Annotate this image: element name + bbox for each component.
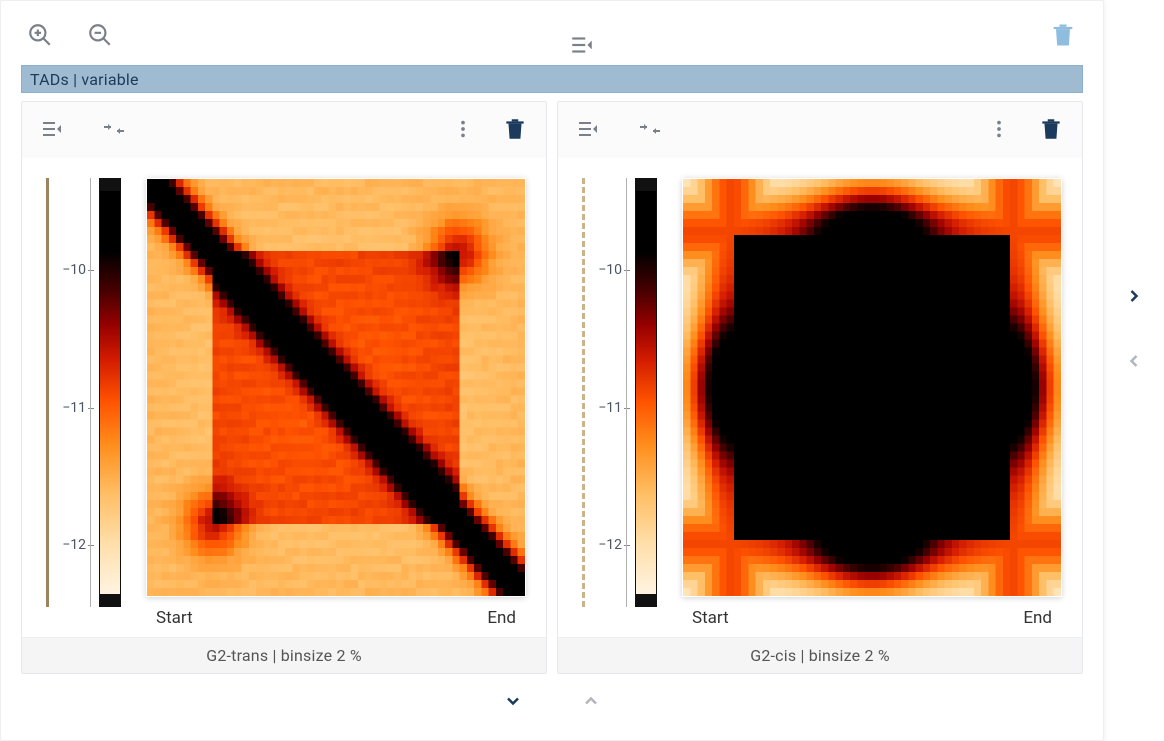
panel-right-delete-button[interactable] bbox=[1036, 114, 1066, 147]
zoom-in-button[interactable] bbox=[25, 20, 55, 53]
y-tick-label: −11 bbox=[62, 400, 86, 416]
panel-left-heatmap[interactable] bbox=[146, 178, 526, 597]
collapse-list-icon bbox=[576, 117, 600, 144]
collapse-list-button[interactable] bbox=[567, 30, 597, 63]
panel-right-chart: −10 −11 −12 bbox=[558, 158, 1082, 637]
collection-title: TADs | variable bbox=[30, 70, 139, 89]
collapse-list-icon bbox=[569, 32, 595, 61]
zoom-out-button[interactable] bbox=[85, 20, 115, 53]
x-label-start: Start bbox=[156, 608, 193, 628]
more-vertical-icon bbox=[452, 118, 474, 143]
y-tick-label: −11 bbox=[598, 400, 622, 416]
panel-left-delete-button[interactable] bbox=[500, 114, 530, 147]
y-tick-label: −12 bbox=[62, 537, 86, 553]
main-container: TADs | variable bbox=[0, 0, 1104, 741]
chevron-right-icon bbox=[1124, 294, 1144, 309]
panel-right-x-axis: Start End bbox=[682, 597, 1062, 637]
chevron-up-icon bbox=[581, 699, 601, 714]
panel-left-colorbar bbox=[92, 178, 128, 637]
scroll-down-button[interactable] bbox=[499, 687, 527, 718]
y-tick-label: −10 bbox=[62, 262, 86, 278]
panels-row: −10 −11 −12 bbox=[21, 101, 1083, 674]
collapse-list-icon bbox=[40, 117, 64, 144]
scroll-up-button[interactable] bbox=[577, 687, 605, 718]
y-tick-label: −12 bbox=[598, 537, 622, 553]
bottom-nav bbox=[21, 684, 1083, 720]
more-vertical-icon bbox=[988, 118, 1010, 143]
trash-icon bbox=[502, 116, 528, 145]
panel-left-y-axis: −10 −11 −12 bbox=[52, 178, 92, 637]
zoom-out-icon bbox=[87, 22, 113, 51]
panel-left-x-axis: Start End bbox=[146, 597, 526, 637]
x-label-end: End bbox=[487, 608, 516, 628]
delete-collection-button[interactable] bbox=[1047, 19, 1079, 54]
merge-arrows-icon bbox=[102, 117, 126, 144]
panel-right-toolbar bbox=[558, 102, 1082, 158]
x-label-start: Start bbox=[692, 608, 729, 628]
panel-right-more-button[interactable] bbox=[986, 116, 1012, 145]
trash-icon bbox=[1038, 116, 1064, 145]
zoom-in-icon bbox=[27, 22, 53, 51]
panel-right-colorbar bbox=[628, 178, 664, 637]
panel-left-collapse-list-button[interactable] bbox=[38, 115, 66, 146]
panel-right-heatmap[interactable] bbox=[682, 178, 1062, 597]
panel-left: −10 −11 −12 bbox=[21, 101, 547, 674]
side-prev-button[interactable] bbox=[1118, 345, 1150, 380]
panel-left-merge-arrows-button[interactable] bbox=[100, 115, 128, 146]
top-toolbar bbox=[21, 21, 1083, 65]
panel-left-footer: G2-trans | binsize 2 % bbox=[22, 637, 546, 673]
panel-left-chart: −10 −11 −12 bbox=[22, 158, 546, 637]
panel-right-merge-arrows-button[interactable] bbox=[636, 115, 664, 146]
chevron-down-icon bbox=[503, 699, 523, 714]
x-label-end: End bbox=[1023, 608, 1052, 628]
merge-arrows-icon bbox=[638, 117, 662, 144]
panel-right-footer-label: G2-cis | binsize 2 % bbox=[750, 646, 889, 665]
panel-right-collapse-list-button[interactable] bbox=[574, 115, 602, 146]
panel-right-y-axis: −10 −11 −12 bbox=[588, 178, 628, 637]
y-tick-label: −10 bbox=[598, 262, 622, 278]
panel-right-divider bbox=[578, 178, 588, 637]
panel-left-more-button[interactable] bbox=[450, 116, 476, 145]
collection-header[interactable]: TADs | variable bbox=[21, 65, 1083, 93]
side-rail bbox=[1104, 0, 1164, 741]
trash-icon bbox=[1049, 21, 1077, 52]
chevron-left-icon bbox=[1124, 359, 1144, 374]
side-next-button[interactable] bbox=[1118, 280, 1150, 315]
panel-left-divider bbox=[42, 178, 52, 637]
panel-right: −10 −11 −12 bbox=[557, 101, 1083, 674]
panel-left-toolbar bbox=[22, 102, 546, 158]
panel-left-footer-label: G2-trans | binsize 2 % bbox=[206, 646, 362, 665]
panel-right-footer: G2-cis | binsize 2 % bbox=[558, 637, 1082, 673]
